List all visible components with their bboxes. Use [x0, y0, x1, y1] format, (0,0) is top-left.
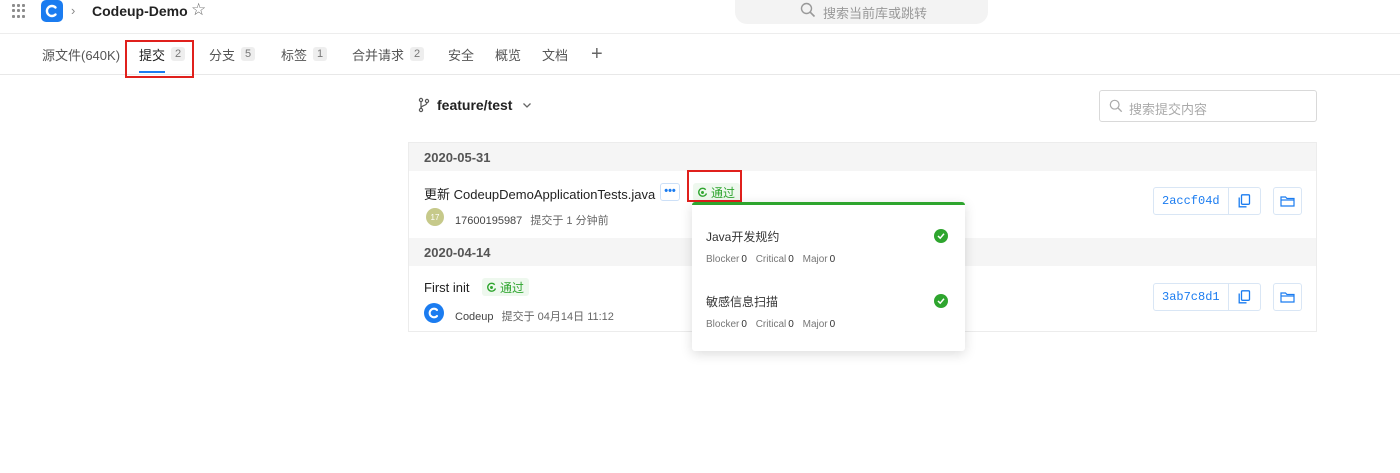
status-label: 通过 [500, 280, 525, 295]
blocker-label: Blocker [706, 319, 740, 330]
tabs-divider [0, 74, 1400, 75]
branch-name: feature/test [437, 97, 513, 113]
commit-meta: 17600195987 提交于 1 分钟前 [455, 212, 609, 228]
tab-source-files[interactable]: 源文件(640K) [42, 34, 120, 74]
tab-overview[interactable]: 概览 [495, 34, 521, 74]
status-badge-passed[interactable]: 通过 [482, 278, 530, 296]
copy-icon[interactable] [1229, 284, 1260, 310]
check-title: Java开发规约 [706, 230, 780, 244]
commit-time: 提交于 04月14日 11:12 [501, 311, 614, 323]
commit-search-input[interactable]: 搜索提交内容 [1099, 90, 1317, 122]
tab-label: 安全 [448, 47, 475, 63]
avatar-initials: 17 [430, 212, 440, 222]
codeup-avatar-icon [428, 307, 439, 319]
search-icon [800, 2, 816, 18]
commit-meta: Codeup 提交于 04月14日 11:12 [455, 308, 614, 324]
tab-label: 文档 [542, 47, 569, 63]
tab-security[interactable]: 安全 [448, 34, 474, 74]
app-grid-icon[interactable] [12, 4, 26, 18]
tab-count-badge: 1 [313, 47, 328, 61]
commit-search-placeholder: 搜索提交内容 [1129, 102, 1208, 117]
check-stats: Blocker 0 Critical 0 Major 0 [706, 254, 841, 265]
branch-selector[interactable]: feature/test [417, 97, 532, 113]
commit-title[interactable]: First init [424, 280, 470, 295]
pipeline-icon [487, 282, 497, 292]
commit-sha-link[interactable]: 2accf04d [1154, 188, 1229, 214]
highlight-box-commits-tab [125, 40, 194, 78]
tab-merge-requests[interactable]: 合并请求 2 [352, 34, 425, 74]
browse-files-folder-icon[interactable] [1273, 187, 1302, 215]
tab-label: 概览 [495, 47, 522, 63]
more-options-button[interactable]: ••• [660, 183, 680, 201]
avatar[interactable] [424, 303, 444, 323]
critical-count: 0 [788, 319, 794, 330]
tab-tags[interactable]: 标签 1 [281, 34, 328, 74]
commit-sha-link[interactable]: 3ab7c8d1 [1154, 284, 1229, 310]
commit-time: 提交于 1 分钟前 [530, 215, 609, 227]
highlight-box-status-badge [687, 170, 742, 202]
tab-count-badge: 5 [241, 47, 256, 61]
search-icon [1109, 99, 1123, 113]
check-success-icon [934, 294, 948, 308]
breadcrumb-chevron-icon: › [71, 3, 76, 18]
global-search-placeholder: 搜索当前库或跳转 [823, 6, 928, 21]
critical-label: Critical [755, 319, 787, 330]
major-count: 0 [829, 254, 836, 265]
global-search-input[interactable]: 搜索当前库或跳转 [735, 0, 988, 24]
copy-icon[interactable] [1229, 188, 1260, 214]
blocker-count: 0 [741, 254, 747, 265]
major-count: 0 [829, 319, 836, 330]
tab-docs[interactable]: 文档 [542, 34, 568, 74]
chevron-down-icon [523, 103, 532, 108]
check-success-icon [934, 229, 948, 243]
codeup-logo-icon[interactable] [41, 0, 63, 22]
date-label: 2020-05-31 [424, 150, 491, 165]
branch-icon [418, 97, 430, 113]
check-stats: Blocker 0 Critical 0 Major 0 [706, 319, 841, 330]
date-group-header: 2020-05-31 [409, 143, 1316, 171]
blocker-count: 0 [741, 319, 747, 330]
tab-label: 源文件(640K) [42, 47, 121, 63]
add-tab-plus-icon[interactable]: + [591, 34, 603, 74]
tab-label: 分支 [209, 47, 236, 63]
commit-author[interactable]: 17600195987 [455, 215, 522, 227]
pipeline-status-popover: Java开发规约 Blocker 0 Critical 0 Major 0 敏感信息扫… [692, 202, 965, 351]
commit-sha-group: 2accf04d [1153, 187, 1261, 215]
tab-label: 合并请求 [352, 47, 405, 63]
avatar[interactable]: 17 [426, 208, 444, 226]
commit-sha-group: 3ab7c8d1 [1153, 283, 1261, 311]
star-icon[interactable]: ☆ [191, 0, 206, 20]
repo-tabs: 源文件(640K) 提交 2 分支 5 标签 1 合并请求 2 安全 概览 文档 + [0, 34, 1400, 74]
critical-count: 0 [788, 254, 794, 265]
major-label: Major [802, 319, 828, 330]
commit-author[interactable]: Codeup [455, 311, 494, 323]
tab-label: 标签 [281, 47, 308, 63]
tab-branches[interactable]: 分支 5 [209, 34, 256, 74]
commit-title[interactable]: 更新 CodeupDemoApplicationTests.java [424, 184, 655, 203]
tab-count-badge: 2 [410, 47, 425, 61]
critical-label: Critical [755, 254, 787, 265]
browse-files-folder-icon[interactable] [1273, 283, 1302, 311]
date-label: 2020-04-14 [424, 245, 491, 260]
repo-name[interactable]: Codeup-Demo [92, 3, 188, 19]
check-title: 敏感信息扫描 [706, 295, 779, 309]
blocker-label: Blocker [706, 254, 740, 265]
major-label: Major [802, 254, 828, 265]
